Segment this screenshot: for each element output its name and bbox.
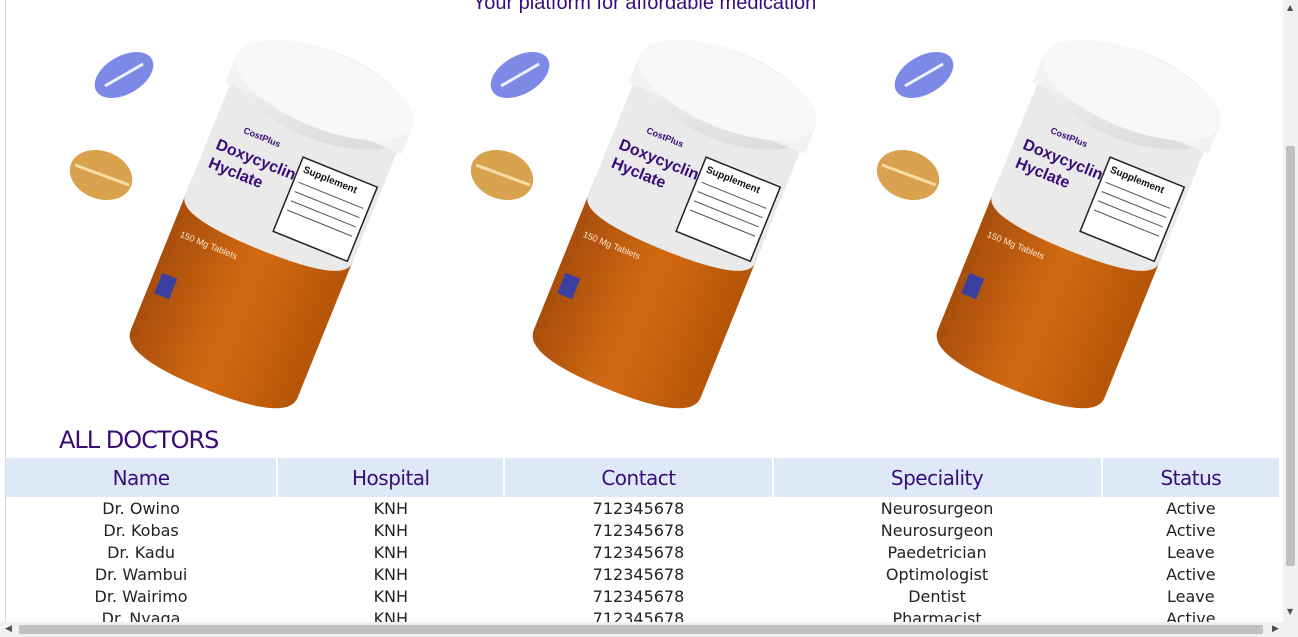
- scroll-up-arrow-icon[interactable]: ▲: [1287, 3, 1293, 12]
- horizontal-scrollbar[interactable]: ◀ ▶: [0, 622, 1298, 637]
- doctor-speciality: Pharmacist: [774, 607, 1101, 622]
- tan-pill-icon: [63, 142, 140, 209]
- tan-pill-icon: [870, 142, 947, 209]
- tagline: Your platform for affordable medication: [6, 0, 1283, 15]
- doctor-name: Dr. Wairimo: [6, 585, 276, 607]
- doctor-hospital: KNH: [278, 497, 503, 519]
- column-header-status: Status: [1103, 458, 1279, 497]
- scroll-right-arrow-icon[interactable]: ▶: [1272, 624, 1279, 634]
- doctor-status: Active: [1103, 497, 1279, 519]
- doctor-contact: 712345678: [505, 563, 771, 585]
- horizontal-scroll-thumb[interactable]: [19, 625, 1263, 634]
- scroll-down-arrow-icon[interactable]: ▼: [1287, 607, 1293, 616]
- medication-bottle-image-2: CostPlus Doxycycline Hyclate Supplement …: [464, 28, 824, 418]
- column-header-contact: Contact: [505, 458, 771, 497]
- table-header-row: Name Hospital Contact Speciality Status: [6, 458, 1279, 497]
- column-header-name: Name: [6, 458, 276, 497]
- doctor-status: Active: [1103, 607, 1279, 622]
- hero-image-row: CostPlus Doxycycline Hyclate Supplement …: [6, 28, 1283, 418]
- doctor-status: Active: [1103, 563, 1279, 585]
- doctor-contact: 712345678: [505, 607, 771, 622]
- doctors-table: Name Hospital Contact Speciality Status …: [6, 458, 1281, 622]
- doctor-contact: 712345678: [505, 541, 771, 563]
- doctor-status: Leave: [1103, 585, 1279, 607]
- scroll-left-arrow-icon[interactable]: ◀: [5, 624, 12, 634]
- doctor-hospital: KNH: [278, 585, 503, 607]
- doctor-speciality: Paedetrician: [774, 541, 1101, 563]
- doctor-status: Leave: [1103, 541, 1279, 563]
- doctor-hospital: KNH: [278, 541, 503, 563]
- page-content: Your platform for affordable medication: [6, 0, 1283, 622]
- table-row: Dr. Kobas KNH 712345678 Neurosurgeon Act…: [6, 519, 1279, 541]
- doctors-heading: ALL DOCTORS: [59, 426, 218, 454]
- blue-pill-icon: [483, 43, 557, 108]
- doctor-name: Dr. Kobas: [6, 519, 276, 541]
- doctor-contact: 712345678: [505, 497, 771, 519]
- table-row: Dr. Wambui KNH 712345678 Optimologist Ac…: [6, 563, 1279, 585]
- medication-bottle-image-3: CostPlus Doxycycline Hyclate Supplement …: [868, 28, 1228, 418]
- vertical-scroll-thumb[interactable]: [1286, 146, 1295, 566]
- doctor-speciality: Neurosurgeon: [774, 519, 1101, 541]
- doctor-hospital: KNH: [278, 563, 503, 585]
- doctor-speciality: Dentist: [774, 585, 1101, 607]
- doctor-hospital: KNH: [278, 607, 503, 622]
- column-header-hospital: Hospital: [278, 458, 503, 497]
- doctor-name: Dr. Wambui: [6, 563, 276, 585]
- doctor-name: Dr. Owino: [6, 497, 276, 519]
- tan-pill-icon: [464, 142, 540, 209]
- table-row: Dr. Owino KNH 712345678 Neurosurgeon Act…: [6, 497, 1279, 519]
- doctor-name: Dr. Nyaga: [6, 607, 276, 622]
- medication-bottle-image-1: CostPlus Doxycycline Hyclate Supplement …: [61, 28, 421, 418]
- column-header-speciality: Speciality: [774, 458, 1101, 497]
- doctor-contact: 712345678: [505, 519, 771, 541]
- blue-pill-icon: [887, 43, 961, 108]
- doctor-hospital: KNH: [278, 519, 503, 541]
- blue-pill-icon: [87, 43, 161, 108]
- doctor-status: Active: [1103, 519, 1279, 541]
- table-row: Dr. Wairimo KNH 712345678 Dentist Leave: [6, 585, 1279, 607]
- vertical-scrollbar[interactable]: ▲ ▼: [1283, 0, 1298, 622]
- doctor-speciality: Optimologist: [774, 563, 1101, 585]
- doctor-speciality: Neurosurgeon: [774, 497, 1101, 519]
- table-row: Dr. Kadu KNH 712345678 Paedetrician Leav…: [6, 541, 1279, 563]
- table-row: Dr. Nyaga KNH 712345678 Pharmacist Activ…: [6, 607, 1279, 622]
- doctor-contact: 712345678: [505, 585, 771, 607]
- doctor-name: Dr. Kadu: [6, 541, 276, 563]
